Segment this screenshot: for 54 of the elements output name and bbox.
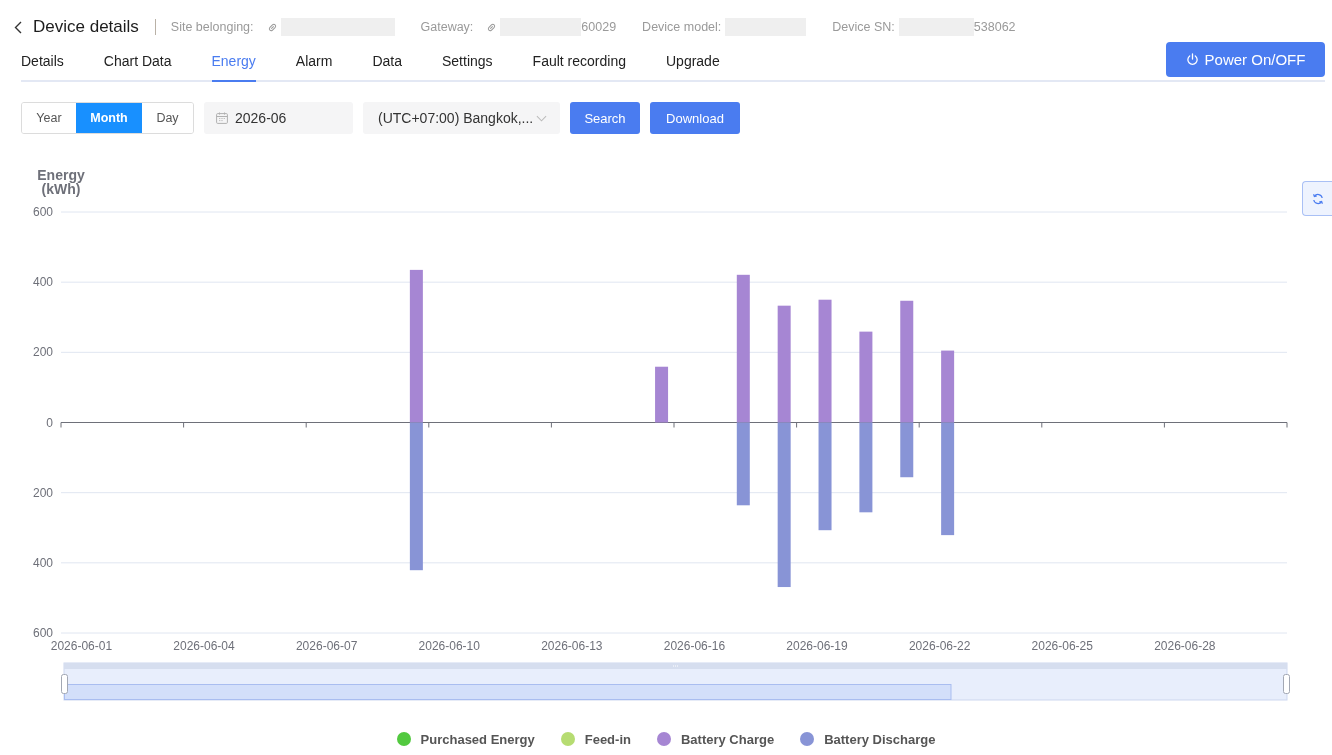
chart-bar <box>655 366 669 423</box>
tab[interactable]: Settings <box>442 42 493 82</box>
action-button[interactable]: Search <box>570 102 640 134</box>
link-icon[interactable] <box>486 21 498 33</box>
x-axis-label: 2026-06-13 <box>541 639 603 653</box>
action-button[interactable]: Download <box>650 102 740 134</box>
legend-label[interactable]: Purchased Energy <box>420 731 535 747</box>
field-value: 538062 <box>973 20 1016 34</box>
tab[interactable]: Chart Data <box>103 42 172 82</box>
x-axis-label: 2026-06-19 <box>786 639 848 653</box>
field-label: Device SN: <box>832 20 895 34</box>
zoom-handle[interactable] <box>1283 674 1290 694</box>
tab[interactable]: Alarm <box>295 42 333 82</box>
page-title: Device details <box>33 17 139 37</box>
y-axis-label: 400 <box>32 275 53 290</box>
x-axis-label: 2026-06-04 <box>173 639 235 653</box>
legend-label[interactable]: Battery Charge <box>680 731 775 747</box>
refresh-icon <box>1311 192 1324 205</box>
tab[interactable]: Data <box>372 42 402 82</box>
link-icon[interactable] <box>266 21 278 33</box>
x-axis-label: 2026-06-28 <box>1154 639 1216 653</box>
tab[interactable]: Upgrade <box>666 42 720 82</box>
refresh-button[interactable] <box>1302 181 1332 216</box>
x-axis-label: 2026-06-22 <box>908 639 971 653</box>
power-icon <box>1185 53 1199 66</box>
x-axis-label: 2026-06-01 <box>50 639 113 653</box>
timezone-select[interactable]: (UTC+07:00) Bangkok,... <box>363 102 560 134</box>
tab[interactable]: Fault recording <box>532 42 626 82</box>
calendar-icon <box>216 112 228 124</box>
tab[interactable]: Details <box>21 42 64 82</box>
chevron-down-icon <box>536 114 547 122</box>
power-button[interactable]: Power On/OFF <box>1166 42 1325 77</box>
x-axis-label: 2026-06-25 <box>1031 639 1093 653</box>
legend-label[interactable]: Battery Discharge <box>824 731 936 747</box>
x-axis-label: 2026-06-16 <box>663 639 726 653</box>
y-axis-label: 200 <box>32 485 53 500</box>
x-axis-label: 2026-06-07 <box>295 639 358 653</box>
axis-title: Energy (kWh) <box>36 168 86 196</box>
back-icon[interactable] <box>14 20 22 34</box>
y-axis-label: 200 <box>32 345 53 360</box>
field-value: 60029 <box>581 20 617 34</box>
zoom-handle[interactable] <box>61 674 68 694</box>
legend-label[interactable]: Feed-in <box>584 731 631 747</box>
y-axis-label: 0 <box>46 415 53 430</box>
x-axis-label: 2026-06-10 <box>418 639 480 653</box>
field-label: Gateway: <box>420 20 474 34</box>
y-axis-label: 600 <box>32 626 53 640</box>
field-label: Site belonging: <box>170 20 254 34</box>
field-label: Device model: <box>642 20 722 34</box>
tab[interactable]: Energy <box>211 42 256 82</box>
y-axis-label: 400 <box>32 555 53 570</box>
zoom-slider-track[interactable] <box>63 662 1288 701</box>
y-axis-label: 600 <box>32 205 53 219</box>
date-field[interactable]: 2026-06 <box>204 102 353 134</box>
